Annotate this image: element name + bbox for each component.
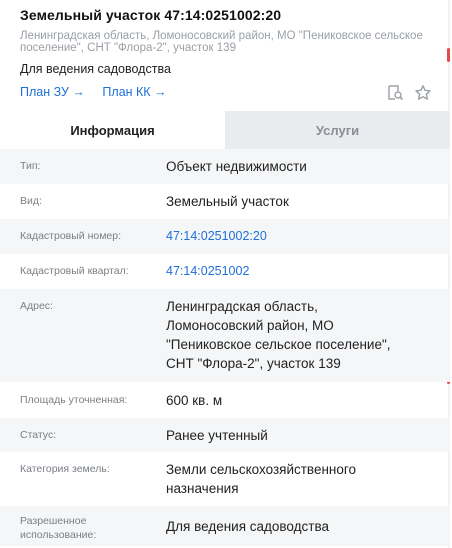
row-value: 600 кв. м (166, 393, 223, 408)
row-label: Кадастровый номер: (20, 230, 122, 242)
row-label: Разрешенное использование: (20, 514, 96, 542)
row-value: Земельный участок (166, 194, 289, 209)
row-label: Категория земель: (20, 463, 110, 475)
toolbar-icons (386, 84, 432, 102)
row-value-line: "Пениковское сельское поселение", (166, 337, 391, 352)
info-row-address: Адрес: Ленинградская область, Ломоносовс… (0, 289, 450, 382)
row-value-line: Ленинградская область, (166, 299, 318, 314)
row-label: Площадь уточненная: (20, 394, 128, 406)
row-value-line: Земли сельскохозяйственного (166, 462, 357, 477)
info-row-cadastral-quarter: Кадастровый квартал: 47:14:0251002 (0, 254, 450, 289)
row-label: Вид: (20, 195, 42, 207)
row-value-line: СНТ "Флора-2", участок 139 (166, 356, 341, 371)
plan-kk-link[interactable]: План КК → (102, 85, 166, 99)
page-title: Земельный участок 47:14:0251002:20 (20, 7, 282, 23)
tab-bar: Информация Услуги (0, 111, 450, 149)
row-label-line: использование: (20, 529, 97, 541)
row-label-line: Разрешенное (20, 515, 87, 527)
edge-marker (447, 48, 450, 62)
row-label: Кадастровый квартал: (20, 265, 129, 277)
header-purpose: Для ведения садоводства (20, 62, 171, 76)
row-value: Земли сельскохозяйственного назначения (166, 460, 426, 498)
info-table: Тип: Объект недвижимости Вид: Земельный … (0, 149, 450, 546)
cadastral-number-link[interactable]: 47:14:0251002:20 (166, 227, 426, 246)
info-row-cadastral-number: Кадастровый номер: 47:14:0251002:20 (0, 219, 450, 254)
row-label: Тип: (20, 160, 41, 172)
info-row-land-category: Категория земель: Земли сельскохозяйстве… (0, 452, 450, 506)
row-label: Статус: (20, 429, 57, 441)
info-row-type: Тип: Объект недвижимости (0, 149, 450, 184)
header-address: Ленинградская область, Ломоносовский рай… (20, 30, 425, 54)
row-value: Ленинградская область, Ломоносовский рай… (166, 297, 426, 373)
row-value: Для ведения садоводства (166, 519, 329, 534)
search-document-icon[interactable] (386, 84, 404, 102)
row-value-line: назначения (166, 481, 239, 496)
info-row-permitted-use: Разрешенное использование: Для ведения с… (0, 506, 450, 546)
header-address-line: поселение", СНТ "Флора-2", участок 139 (20, 42, 236, 54)
plan-zu-link[interactable]: План ЗУ → (20, 85, 85, 99)
tab-services[interactable]: Услуги (225, 111, 450, 149)
header-address-line: Ленинградская область, Ломоносовский рай… (20, 30, 423, 42)
tab-information[interactable]: Информация (0, 111, 225, 149)
info-row-area: Площадь уточненная: 600 кв. м (0, 382, 450, 418)
info-row-kind: Вид: Земельный участок (0, 184, 450, 219)
row-value: Объект недвижимости (166, 159, 307, 174)
row-value-line: Ломоносовский район, МО (166, 318, 334, 333)
row-label: Адрес: (20, 300, 53, 312)
plan-links: План ЗУ → План КК → (20, 85, 181, 99)
cadastral-quarter-link[interactable]: 47:14:0251002 (166, 262, 426, 281)
info-row-status: Статус: Ранее учтенный (0, 418, 450, 452)
row-value: Ранее учтенный (166, 428, 268, 443)
star-icon[interactable] (414, 84, 432, 102)
parcel-card: Земельный участок 47:14:0251002:20 Ленин… (0, 0, 450, 548)
